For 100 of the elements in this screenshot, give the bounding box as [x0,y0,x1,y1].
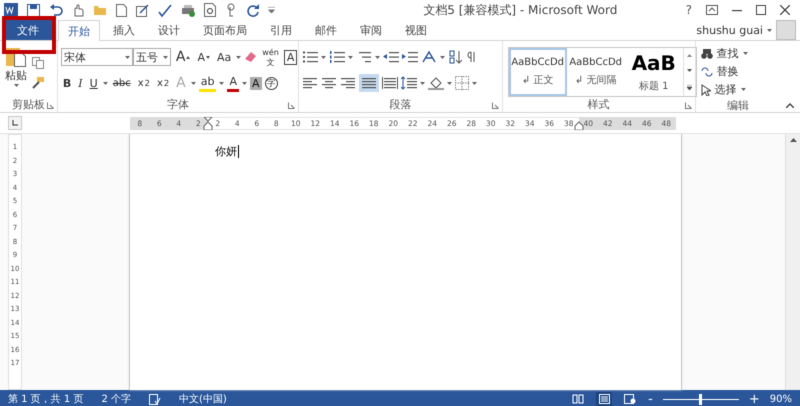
preview-icon[interactable] [204,3,216,17]
tab-stop-button[interactable] [8,116,22,130]
font-size-field[interactable]: 五号 [132,48,171,66]
word-count[interactable]: 2 个字 [101,392,131,406]
account-name[interactable]: shushu guai [696,24,763,36]
bullets-icon[interactable] [302,50,318,64]
edit-icon[interactable] [136,4,149,16]
scroll-up-icon[interactable] [687,54,692,58]
replace-button[interactable]: 替换 [698,63,750,80]
ribbon-tab[interactable]: 设计 [148,20,190,40]
copy-icon[interactable] [32,57,44,69]
character-border-button[interactable]: A [284,50,298,64]
ribbon-tab[interactable]: 视图 [395,20,437,40]
dialog-launcher-icon[interactable] [684,102,692,109]
ribbon-tab[interactable]: 插入 [103,20,145,40]
undo-icon[interactable] [49,4,63,16]
caret-icon[interactable] [446,82,452,84]
caret-icon[interactable] [124,56,130,58]
page-count[interactable]: 第 1 页，共 1 页 [8,392,84,406]
maximize-icon[interactable] [756,5,766,15]
zoom-level[interactable]: 90% [770,394,792,404]
show-marks-icon[interactable] [464,50,477,64]
save-icon[interactable] [27,4,40,16]
chinese-layout-icon[interactable] [420,50,437,64]
phonetic-guide-button[interactable]: wén 文 [260,46,281,68]
ribbon-tab[interactable]: 邮件 [305,20,347,40]
caret-icon[interactable] [472,82,477,84]
highlight-button[interactable]: ab [198,74,216,92]
collapse-ribbon-icon[interactable] [786,103,794,108]
ribbon-display-icon[interactable] [706,5,718,15]
style-item[interactable]: AaBbCcDd ↲ 无间隔 [566,48,625,96]
align-right-icon[interactable] [340,76,356,90]
caret-icon[interactable] [320,56,326,58]
zoom-in-button[interactable]: + [748,392,760,406]
font-name-field[interactable]: 宋体 [60,48,133,66]
character-shading-button[interactable]: A [250,76,262,90]
shading-icon[interactable] [428,76,444,90]
increase-indent-icon[interactable] [402,50,418,64]
scroll-up-icon[interactable] [790,138,796,142]
caret-icon[interactable] [162,56,168,58]
caret-icon[interactable] [242,82,248,84]
close-icon[interactable] [780,5,790,15]
align-left-icon[interactable] [302,76,318,90]
caret-icon[interactable] [348,56,353,58]
refresh-icon[interactable] [246,4,259,16]
spelling-icon[interactable] [158,4,172,16]
change-case-button[interactable]: Aa [215,47,234,67]
distributed-icon[interactable] [382,76,398,90]
hand-icon[interactable] [72,4,84,16]
dialog-launcher-icon[interactable] [288,102,295,109]
indent-marker-icon[interactable] [203,116,213,130]
bold-button[interactable]: B [60,73,74,93]
sort-icon[interactable] [448,50,462,64]
customize-icon[interactable] [268,7,275,13]
strikethrough-button[interactable]: abc [110,73,133,93]
italic-button[interactable]: I [76,73,85,93]
scroll-down-icon[interactable] [687,69,692,72]
decrease-indent-icon[interactable] [382,50,399,64]
ribbon-tab[interactable]: 开始 [58,20,100,41]
file-tab[interactable]: 文件 [4,20,52,40]
justify-icon[interactable] [360,76,377,90]
ribbon-tab[interactable]: 引用 [260,20,302,40]
style-item[interactable]: AaBbCcDd ↲ 正文 [508,48,567,96]
numbering-icon[interactable] [328,50,345,64]
underline-button[interactable]: U [88,73,100,93]
web-layout-button[interactable] [622,392,638,406]
caret-icon[interactable] [742,52,748,55]
caret-icon[interactable] [102,82,108,84]
align-center-icon[interactable] [320,76,337,90]
caret-icon[interactable] [420,82,425,84]
zoom-thumb[interactable] [699,394,702,404]
eraser-icon[interactable] [244,51,258,63]
ribbon-tab[interactable]: 页面布局 [193,20,257,40]
touch-icon[interactable] [225,3,237,17]
caret-icon[interactable] [374,56,380,58]
language-label[interactable]: 中文(中国) [179,392,227,406]
line-spacing-icon[interactable] [400,76,417,90]
format-painter-icon[interactable] [32,77,44,89]
word-logo-icon[interactable] [4,3,18,17]
zoom-out-button[interactable]: - [648,392,653,406]
enclose-characters-button[interactable]: 字 [264,76,278,90]
borders-icon[interactable] [454,76,469,90]
print-layout-button[interactable] [596,392,612,406]
style-item[interactable]: AaB 标题 1 [624,48,683,96]
caret-icon[interactable] [236,56,242,58]
page-icon[interactable] [116,4,127,16]
caret-icon[interactable] [190,82,196,84]
shrink-font-button[interactable]: A [195,47,212,67]
more-icon[interactable] [687,84,692,90]
select-button[interactable]: 选择 [698,81,750,98]
caret-icon[interactable] [219,82,224,84]
read-mode-button[interactable] [570,392,586,406]
find-button[interactable]: 查找 [698,45,750,62]
caret-icon[interactable] [14,84,18,87]
caret-icon[interactable] [740,88,746,91]
proofing-icon[interactable] [149,394,161,404]
ribbon-tab[interactable]: 审阅 [350,20,392,40]
dialog-launcher-icon[interactable] [46,102,54,109]
font-color-button[interactable]: A [227,74,240,92]
grow-font-button[interactable]: A [174,47,192,67]
